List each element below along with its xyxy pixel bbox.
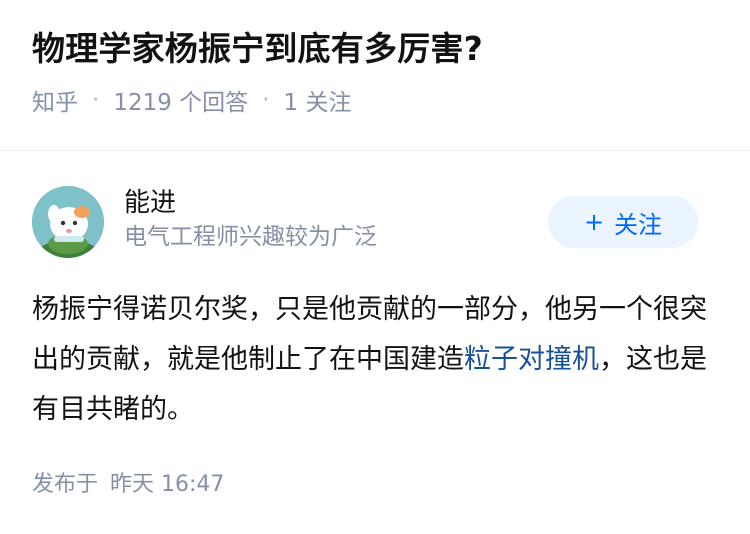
plus-icon: +	[583, 208, 605, 236]
published-time: 昨天 16:47	[110, 472, 225, 497]
answer-content: 杨振宁得诺贝尔奖，只是他贡献的一部分，他另一个很突出的贡献，就是他制止了在中国建…	[32, 285, 710, 435]
followers-suffix: 关注	[305, 89, 352, 116]
author-row: 能进 电气工程师兴趣较为广泛 + 关注	[32, 186, 698, 262]
followers-count: 1	[283, 89, 299, 116]
avatar[interactable]	[32, 186, 104, 258]
answers-count: 1219	[113, 89, 172, 116]
author-text: 能进 电气工程师兴趣较为广泛	[124, 186, 377, 254]
answers-count-link[interactable]: 1219 个回答	[113, 83, 248, 117]
follow-button[interactable]: + 关注	[548, 196, 698, 248]
avatar-image	[32, 186, 104, 258]
answer-footer: 发布于 昨天 16:47	[32, 466, 224, 498]
author-bio: 电气工程师兴趣较为广泛	[124, 224, 377, 250]
question-title[interactable]: 物理学家杨振宁到底有多厉害?	[32, 28, 726, 71]
published-label: 发布于	[32, 472, 99, 497]
follow-button-label: 关注	[614, 210, 663, 239]
answer-link[interactable]: 粒子对撞机	[464, 344, 599, 375]
question-meta: 知乎 · 1219 个回答 · 1 关注	[32, 83, 726, 117]
separator-dot: ·	[262, 86, 270, 113]
answers-suffix: 个回答	[179, 89, 249, 116]
author-name[interactable]: 能进	[124, 186, 377, 220]
answer-page: 物理学家杨振宁到底有多厉害? 知乎 · 1219 个回答 · 1 关注 能进 电…	[0, 0, 750, 534]
source-label[interactable]: 知乎	[32, 83, 78, 117]
followers-count-link[interactable]: 1 关注	[283, 83, 351, 117]
separator-dot: ·	[92, 86, 100, 113]
section-divider	[0, 150, 750, 151]
question-header: 物理学家杨振宁到底有多厉害? 知乎 · 1219 个回答 · 1 关注	[32, 28, 726, 117]
